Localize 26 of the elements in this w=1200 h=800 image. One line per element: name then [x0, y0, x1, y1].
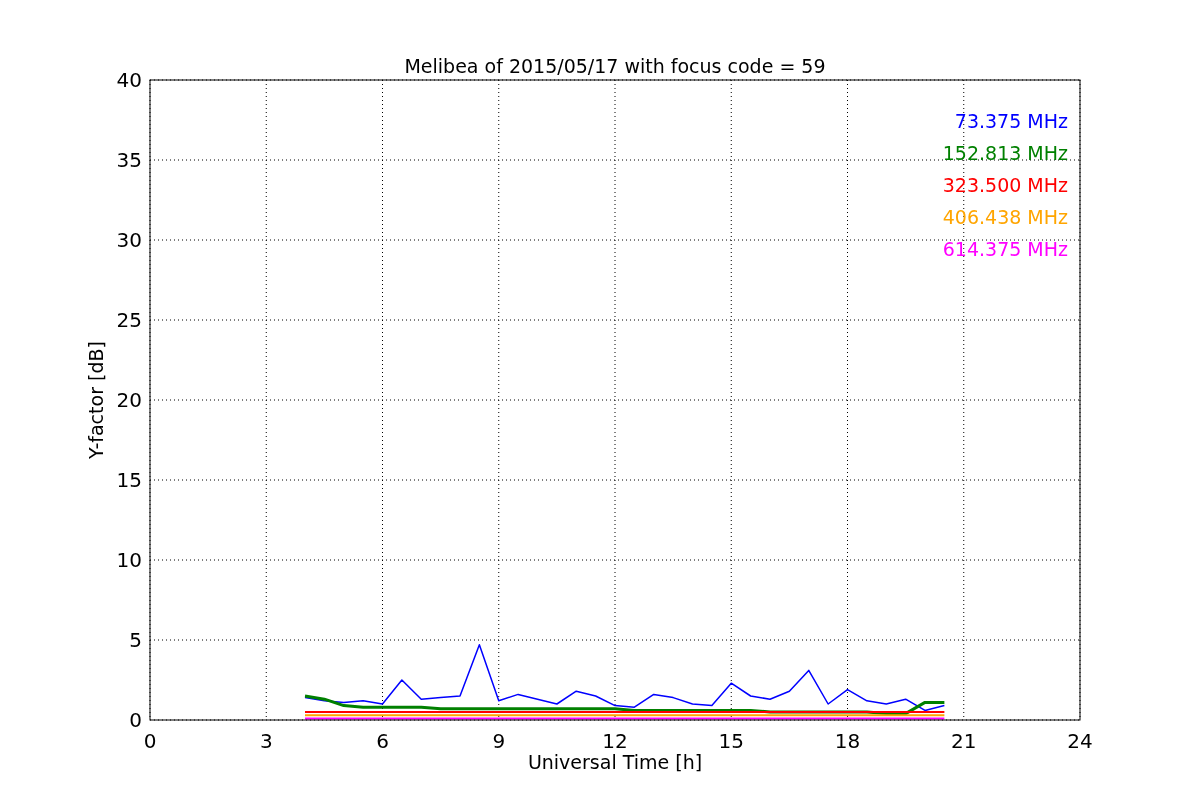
y-tick-label: 10: [116, 548, 142, 572]
y-tick-label: 30: [116, 228, 142, 252]
x-tick-label: 18: [834, 729, 861, 753]
x-axis-label: Universal Time [h]: [527, 751, 703, 773]
legend-label: 152.813 MHz: [942, 142, 1068, 164]
x-tick-label: 15: [718, 729, 744, 753]
x-tick-label: 0: [143, 729, 157, 753]
chart-title: Melibea of 2015/05/17 with focus code = 59: [404, 55, 826, 77]
x-tick-label: 12: [602, 729, 628, 753]
x-tick-label: 9: [492, 729, 506, 753]
y-tick-label: 20: [116, 388, 142, 412]
y-tick-label: 0: [129, 708, 142, 732]
x-tick-label: 24: [1067, 729, 1093, 753]
legend-label: 406.438 MHz: [942, 206, 1068, 228]
y-tick-label: 40: [116, 68, 142, 92]
y-axis-label: Y-factor [dB]: [85, 341, 107, 459]
x-tick-label: 6: [376, 729, 389, 753]
x-tick-label: 21: [951, 729, 977, 753]
legend-label: 73.375 MHz: [954, 110, 1068, 132]
y-tick-label: 5: [129, 628, 142, 652]
x-tick-label: 3: [259, 729, 273, 753]
y-tick-label: 35: [116, 148, 142, 172]
legend-label: 614.375 MHz: [942, 238, 1068, 260]
y-tick-label: 15: [116, 468, 142, 492]
y-tick-label: 25: [116, 308, 142, 332]
legend-label: 323.500 MHz: [942, 174, 1068, 196]
